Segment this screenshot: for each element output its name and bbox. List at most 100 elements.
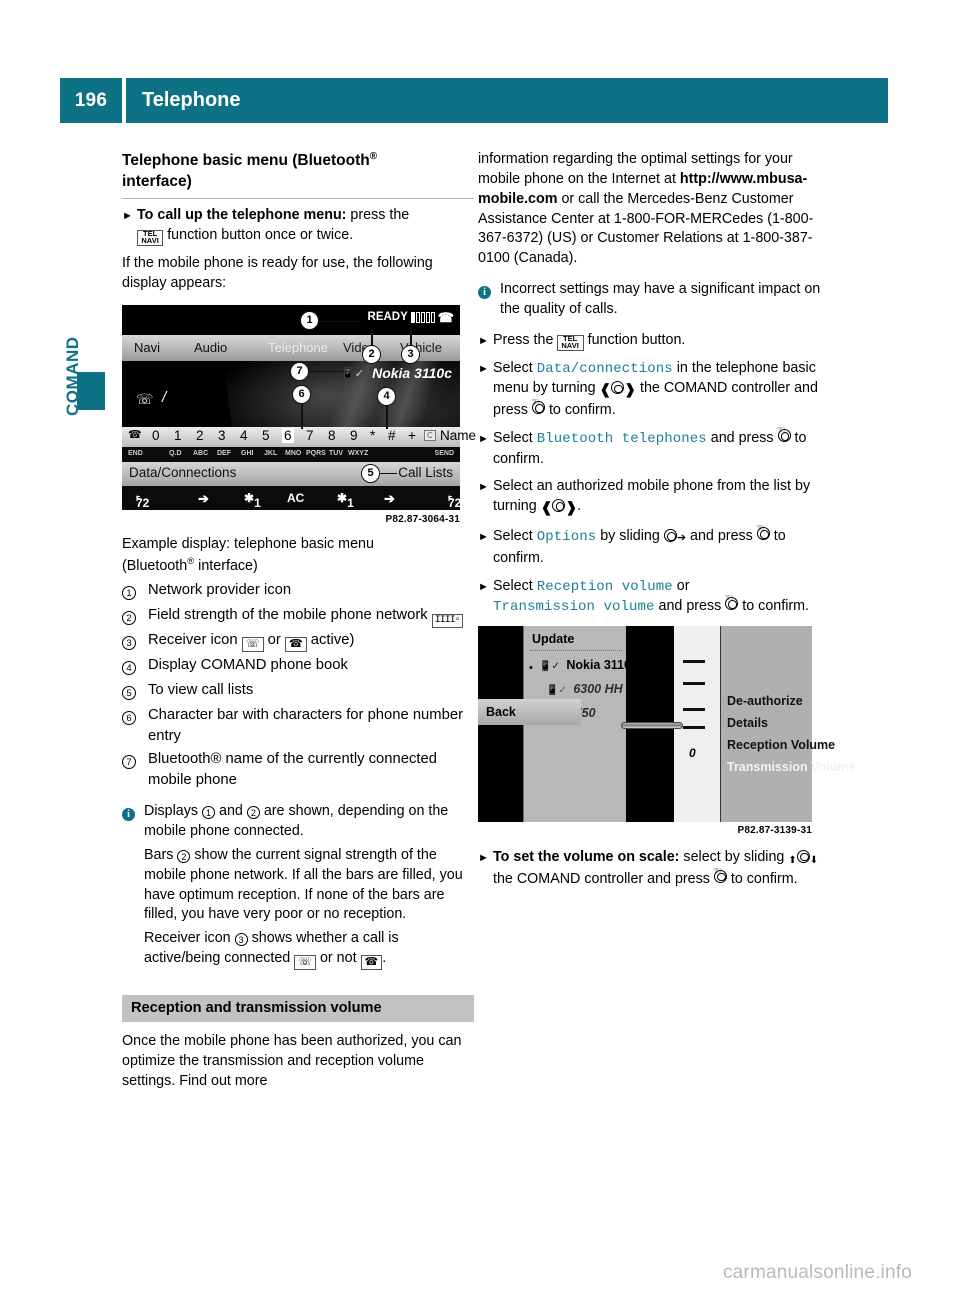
controller-turn-icon: ❰ ❱ (599, 381, 636, 398)
legend-number: 4 (122, 655, 148, 678)
step-tail: function button once or twice. (167, 226, 354, 243)
char-asterisk[interactable]: * (370, 428, 375, 443)
tel-navi-button-icon: TEL NAVI (137, 229, 164, 246)
ref-circnum-3: 3 (234, 933, 248, 947)
char-plus[interactable]: + (408, 428, 416, 443)
controller-press-icon: ☜ (777, 426, 791, 449)
data-connections-button[interactable]: Data/Connections (129, 465, 236, 480)
controller-slide-right-icon: ➔ (663, 529, 686, 549)
phone-icon: 📱✓ (546, 684, 567, 696)
controller-press-icon: ☜ (713, 866, 727, 890)
callout-6: 6 (292, 384, 311, 404)
step-bold-lead: To call up the telephone menu: (137, 207, 347, 224)
char-6-selected[interactable]: 6 (282, 427, 294, 443)
ui-term-options: Options (536, 529, 597, 546)
label-grp-4: JKL (264, 449, 278, 457)
char-5[interactable]: 5 (262, 428, 270, 443)
legend-item: 5 To view call lists (122, 680, 474, 703)
step-text: To set the volume on scale: select by sl… (493, 848, 830, 890)
step-text: Press the TEL NAVI function button. (493, 331, 686, 351)
legend-item: 7 Bluetooth® name of the currently conne… (122, 749, 474, 791)
label-send: SEND (434, 449, 454, 457)
climate-fan-right-icon: ➔ (384, 490, 395, 506)
ui-term-bluetooth-telephones: Bluetooth telephones (536, 431, 707, 448)
controller-press-icon: ☜ (724, 594, 739, 617)
list-item-label: Nokia 3110 (566, 657, 631, 672)
callout-line-4 (386, 404, 388, 429)
char-4[interactable]: 4 (240, 428, 248, 443)
scale-tick (683, 725, 705, 729)
paragraph-continued: information regarding the optimal settin… (478, 150, 830, 269)
legend-number: 7 (122, 749, 148, 791)
legend-item: 2 Field strength of the mobile phone net… (122, 605, 474, 629)
step-arrow-icon: ► (478, 531, 489, 544)
volume-scale[interactable]: 0 (683, 626, 713, 822)
char-0[interactable]: 0 (152, 428, 160, 443)
list-item-label: 6300 HH (573, 681, 623, 696)
page-number: 196 (60, 78, 122, 123)
bluetooth-phone-icon: 📱✓ (341, 367, 364, 380)
name-button[interactable]: Name (440, 428, 476, 443)
screen-bottom-bar: Data/Connections Call Lists (122, 461, 460, 486)
climate-fan-left-icon: ➔ (198, 490, 209, 506)
option-de-authorize[interactable]: De-authorize (727, 694, 803, 708)
status-bar-content: READY ☎ (368, 311, 454, 324)
end-call-icon[interactable]: ☎ (128, 428, 142, 441)
figure1-example-caption: Example display: telephone basic menu (B… (122, 535, 474, 576)
callout-4: 4 (377, 386, 396, 406)
step-arrow-icon: ► (478, 362, 489, 375)
paragraph-ready: If the mobile phone is ready for use, th… (122, 254, 433, 291)
scale-zero-label: 0 (689, 745, 696, 760)
volume-slider-handle[interactable] (621, 721, 683, 729)
char-hash[interactable]: # (388, 428, 396, 443)
page-header: 196 Telephone (60, 78, 888, 123)
info-note-block: i Displays 1 and 2 are shown, depending … (122, 802, 474, 971)
legend-text: Network provider icon (148, 582, 292, 599)
legend-item: 3 Receiver icon ☏ or ☎ active) (122, 630, 474, 653)
back-button[interactable]: Back (478, 698, 581, 725)
char-8[interactable]: 8 (328, 428, 336, 443)
example-line2b: interface) (198, 557, 258, 574)
menu-item-audio[interactable]: Audio (194, 340, 227, 355)
option-details[interactable]: Details (727, 716, 768, 730)
ui-term-transmission-volume: Transmission volume (493, 599, 655, 616)
label-grp-7: TUV (329, 449, 343, 457)
section-heading-text: Telephone basic menu (Bluetooth (122, 152, 370, 170)
step-arrow-icon: ► (122, 210, 133, 223)
selected-bullet-icon: • (529, 661, 533, 674)
callout-5: 5 (361, 463, 380, 483)
instruction-step: ► Select Reception volume or Transmissio… (478, 577, 830, 618)
instruction-step: ► Select an authorized mobile phone from… (478, 477, 830, 519)
update-label[interactable]: Update (532, 632, 574, 646)
list-item[interactable]: • 📱✓ Nokia 3110 (529, 657, 631, 674)
list-item[interactable]: 📱✓ 6300 HH (546, 682, 623, 696)
char-7[interactable]: 7 (306, 428, 314, 443)
call-lists-button[interactable]: Call Lists (398, 465, 453, 480)
controller-press-icon: ☜ (531, 398, 545, 421)
char-3[interactable]: 3 (218, 428, 226, 443)
controller-slide-vertical-icon: ⬆ ⬇ (788, 849, 818, 870)
option-reception-volume[interactable]: Reception Volume (727, 738, 835, 752)
figure2-caption: P82.87-3139-31 (737, 824, 812, 836)
step-text: To call up the telephone menu: press the… (137, 206, 474, 246)
label-grp-1: ABC (193, 449, 209, 457)
instruction-step: ► Select Options by sliding ➔ and press … (478, 524, 830, 569)
character-bar-sublabels: END Q.D ABC DEF GHI JKL MNO PQRS TUV WXY… (122, 446, 460, 462)
legend-text: Receiver icon ☏ or ☎ active) (148, 632, 355, 653)
section-heading: Telephone basic menu (Bluetooth® interfa… (122, 150, 474, 200)
clear-button[interactable]: C (424, 429, 436, 441)
char-9[interactable]: 9 (350, 428, 358, 443)
instruction-step: ► Press the TEL NAVI function button. (478, 331, 830, 351)
scale-tick (683, 707, 705, 711)
registered-mark-2: ® (187, 555, 195, 567)
phone-authorized-icon: 📱✓ (539, 660, 560, 672)
chapter-tab-label: COMAND (63, 336, 82, 417)
menu-item-navi[interactable]: Navi (134, 340, 160, 355)
char-2[interactable]: 2 (196, 428, 204, 443)
ui-term-data-connections: Data/connections (536, 360, 673, 377)
right-column: information regarding the optimal settin… (478, 150, 855, 897)
option-transmission-volume[interactable]: Transmission Volume (727, 760, 855, 774)
menu-item-telephone[interactable]: Telephone (268, 340, 328, 355)
callout-line-5 (379, 472, 397, 475)
char-1[interactable]: 1 (174, 428, 182, 443)
